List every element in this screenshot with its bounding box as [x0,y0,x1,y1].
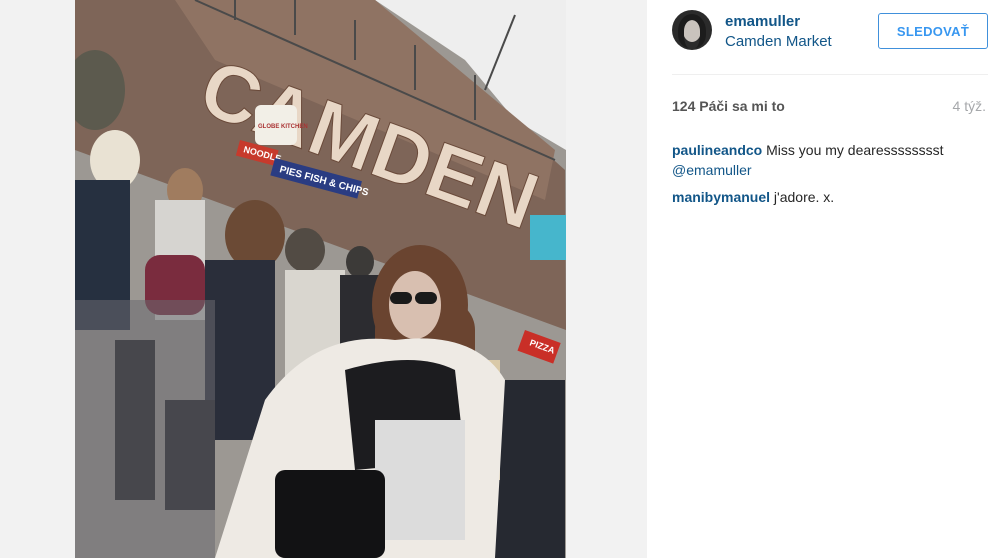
comment-text: Miss you my dearesssssssst [766,142,944,158]
username-link[interactable]: emamuller [725,13,800,30]
post-photo[interactable]: CAMDEN GLOBE KITCHEN NOODLE PIES FISH & … [75,0,566,558]
globe-kitchen-sign-text: GLOBE KITCHEN [258,124,308,130]
post-time[interactable]: 4 týž. [953,98,986,114]
location-link[interactable]: Camden Market [725,33,832,50]
comment-text: j'adore. x. [773,189,835,205]
avatar-hair [678,14,706,48]
likes-count[interactable]: 124 Páči sa mi to [672,98,785,114]
teal-sign [530,215,566,260]
handbag [275,470,385,558]
follow-button[interactable]: SLEDOVAŤ [878,13,988,49]
avatar[interactable] [672,10,712,50]
likes-row: 124 Páči sa mi to 4 týž. [672,98,986,118]
comment-author[interactable]: paulineandco [672,142,762,158]
post-details-panel: emamuller Camden Market SLEDOVAŤ 124 Páč… [660,0,991,558]
comment-list: paulineandco Miss you my dearesssssssst … [672,140,982,214]
cobblestones [75,300,215,558]
comment-mention[interactable]: @emamuller [672,162,752,178]
post-header: emamuller Camden Market SLEDOVAŤ [672,0,988,75]
comment-item: manibymanuel j'adore. x. [672,187,982,207]
comment-author[interactable]: manibymanuel [672,189,770,205]
comment-item: paulineandco Miss you my dearesssssssst … [672,140,982,180]
